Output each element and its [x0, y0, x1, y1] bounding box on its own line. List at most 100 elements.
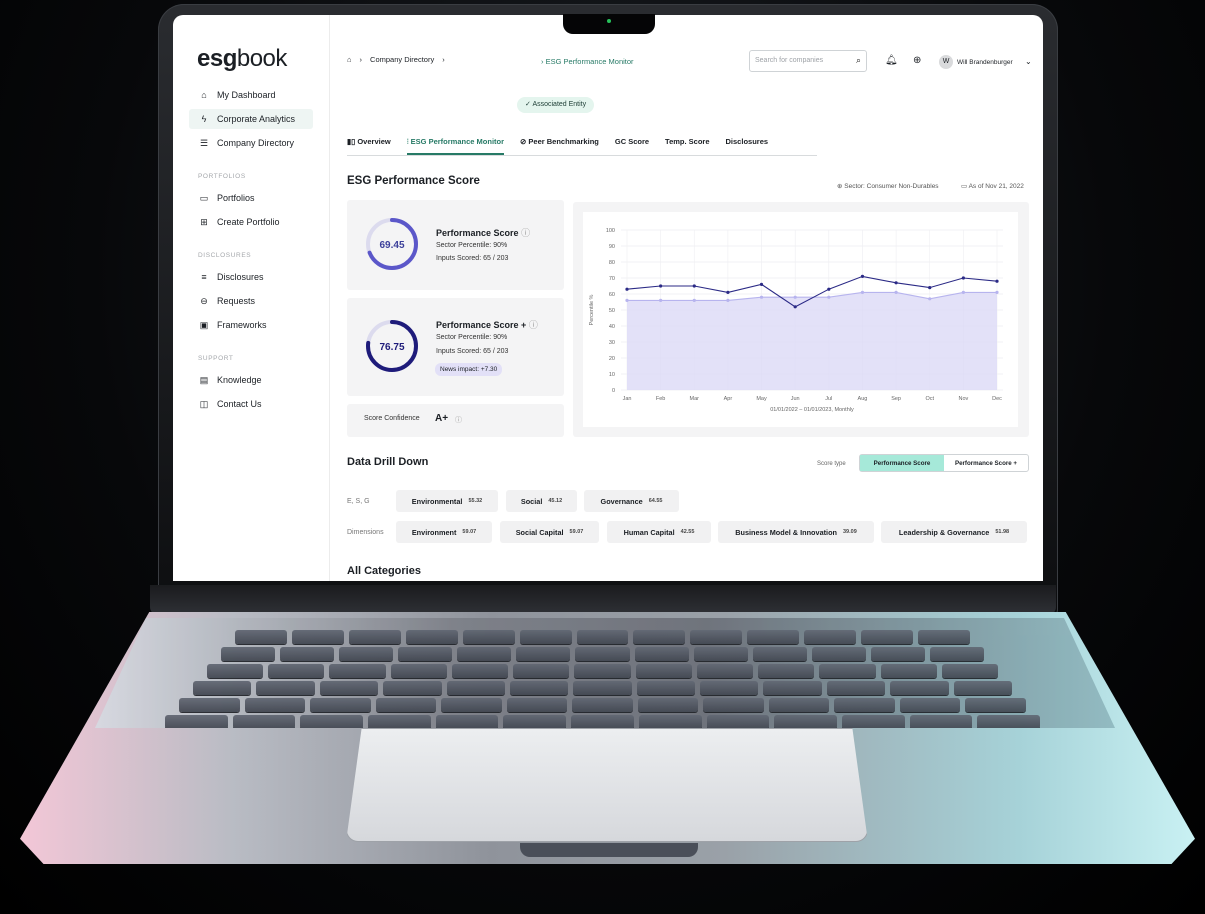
- keyboard-key: [348, 630, 401, 644]
- folder-icon: ▭: [199, 192, 209, 203]
- chip-governance[interactable]: Governance 64.55: [584, 490, 679, 512]
- keyboard-row: [95, 630, 1115, 645]
- performance-score-plus-ring: 76.75: [366, 320, 418, 372]
- keyboard-key: [368, 715, 431, 728]
- esgbook-logo[interactable]: esgbook: [197, 45, 287, 73]
- keyboard-key: [633, 630, 686, 644]
- data-point: [759, 282, 764, 286]
- sidebar-item-portfolios[interactable]: ▭ Portfolios: [189, 188, 313, 208]
- y-tick-label: 50: [609, 308, 615, 314]
- keyboard-key: [235, 630, 287, 644]
- keyboard-key: [575, 647, 630, 661]
- keyboard-key: [319, 681, 379, 695]
- tab-overview[interactable]: ▮▯ Overview: [347, 133, 391, 155]
- sidebar-item-contact-us[interactable]: ◫ Contact Us: [189, 394, 313, 414]
- home-icon[interactable]: ⌂: [347, 55, 352, 64]
- keyboard-key: [758, 664, 815, 678]
- keyboard-key: [696, 664, 754, 678]
- avatar[interactable]: W: [939, 55, 953, 69]
- sidebar-item-corporate-analytics[interactable]: ϟ Corporate Analytics: [189, 109, 313, 129]
- keyboard-key: [768, 698, 830, 712]
- keyboard-key: [977, 715, 1040, 728]
- keyboard-key: [221, 647, 276, 661]
- keyboard-key: [268, 664, 325, 678]
- info-icon[interactable]: ⓘ: [529, 320, 538, 330]
- y-axis-label: Percentile %: [589, 294, 595, 325]
- bell-icon[interactable]: 🔔︎: [885, 55, 898, 66]
- keyboard-key: [435, 715, 499, 728]
- chip-social[interactable]: Social 45.12: [506, 490, 577, 512]
- chip-human-capital[interactable]: Human Capital 42.55: [607, 521, 711, 543]
- tab-temp-score[interactable]: Temp. Score: [665, 133, 709, 155]
- data-point: [793, 305, 797, 309]
- keyboard-key: [390, 664, 447, 678]
- chip-environment[interactable]: Environment 59.07: [396, 521, 492, 543]
- data-point: [692, 284, 696, 288]
- inputs-scored: Inputs Scored: 65 / 203: [436, 255, 509, 262]
- data-point: [995, 290, 999, 294]
- camera-notch: [563, 14, 655, 34]
- data-point: [961, 276, 965, 280]
- sidebar-item-knowledge[interactable]: ▤ Knowledge: [189, 370, 313, 390]
- keyboard-key: [446, 681, 505, 695]
- breadcrumb-company-directory[interactable]: Company Directory: [370, 55, 434, 64]
- chip-social-capital[interactable]: Social Capital 59.07: [500, 521, 599, 543]
- y-tick-label: 10: [609, 372, 615, 378]
- performance-score-plus-value: 76.75: [379, 342, 404, 353]
- chip-leadership-governance[interactable]: Leadership & Governance 51.98: [881, 521, 1027, 543]
- tab-peer-benchmarking[interactable]: ⊘ Peer Benchmarking: [520, 133, 599, 155]
- keyboard-key: [339, 647, 394, 661]
- section-title: ESG Performance Score: [347, 175, 480, 187]
- tab-esg-performance-monitor[interactable]: ⫶ ESG Performance Monitor: [406, 133, 505, 155]
- toggle-performance-score-plus[interactable]: Performance Score +: [944, 455, 1028, 471]
- keyboard-key: [918, 630, 970, 644]
- sector-label: ⊕ Sector: Consumer Non-Durables: [837, 183, 939, 190]
- score-confidence-value: A+: [435, 413, 449, 424]
- breadcrumb: ⌂ › Company Directory ›: [347, 55, 445, 64]
- keyboard-key: [256, 681, 315, 695]
- chevron-down-icon[interactable]: ⌄: [1025, 57, 1032, 66]
- info-icon[interactable]: ⓘ: [455, 415, 462, 425]
- data-point: [692, 298, 696, 302]
- keyboard-key: [398, 647, 453, 661]
- keyboard-key: [953, 681, 1012, 695]
- keyboard-key: [929, 647, 984, 661]
- keyboard-key: [519, 630, 572, 644]
- sidebar-item-disclosures[interactable]: ≡ Disclosures: [189, 267, 313, 287]
- keyboard-key: [207, 664, 264, 678]
- keyboard-key: [706, 715, 770, 728]
- sidebar-item-company-directory[interactable]: ☰ Company Directory: [189, 133, 313, 153]
- data-point: [659, 298, 663, 302]
- chip-business-model-innovation[interactable]: Business Model & Innovation 39.09: [718, 521, 874, 543]
- x-tick-label: Jul: [825, 396, 832, 402]
- keyboard-key: [965, 698, 1026, 712]
- keyboard-row: [95, 664, 1115, 679]
- tab-gc-score[interactable]: GC Score: [615, 133, 649, 155]
- sidebar-item-requests[interactable]: ⊖ Requests: [189, 291, 313, 311]
- data-point: [928, 297, 932, 301]
- keyboard-row: [95, 647, 1115, 662]
- search-input[interactable]: Search for companies ⌕: [749, 50, 867, 72]
- keyboard-key: [634, 647, 689, 661]
- sidebar-item-my-dashboard[interactable]: ⌂ My Dashboard: [189, 85, 313, 105]
- calendar-icon: ▭: [961, 183, 969, 190]
- sidebar-item-frameworks[interactable]: ▣ Frameworks: [189, 315, 313, 335]
- sidebar-item-create-portfolio[interactable]: ⊞ Create Portfolio: [189, 212, 313, 232]
- keyboard-row: [95, 715, 1115, 728]
- keyboard-key: [244, 698, 306, 712]
- chip-environmental[interactable]: Environmental 55.32: [396, 490, 498, 512]
- data-point: [827, 287, 831, 291]
- tab-disclosures[interactable]: Disclosures: [726, 133, 769, 155]
- user-name[interactable]: Will Brandenburger: [957, 59, 1013, 66]
- data-point: [928, 286, 932, 290]
- globe-icon[interactable]: ⊕: [913, 55, 921, 66]
- keyboard-key: [232, 715, 296, 728]
- y-tick-label: 0: [612, 388, 615, 394]
- series-area: [627, 292, 997, 390]
- as-of-date: ▭ As of Nov 21, 2022: [961, 183, 1024, 190]
- search-icon[interactable]: ⌕: [856, 55, 861, 66]
- keyboard-key: [571, 715, 634, 728]
- toggle-performance-score[interactable]: Performance Score: [860, 455, 944, 471]
- info-icon[interactable]: ⓘ: [521, 228, 530, 238]
- keyboard-key: [383, 681, 442, 695]
